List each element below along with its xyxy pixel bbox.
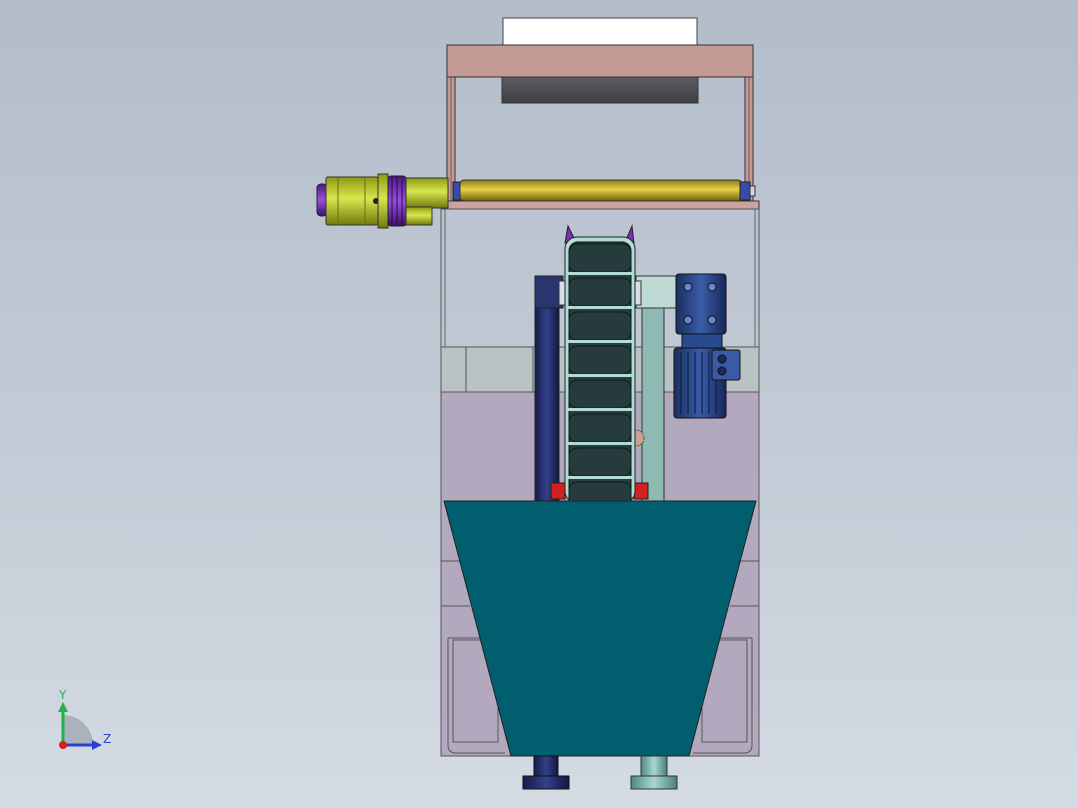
right-side-plate-top: [635, 275, 677, 309]
z-axis-arrow: [92, 740, 102, 750]
right-side-plate: [641, 275, 665, 503]
magnet-block: [501, 76, 699, 104]
gear-motor-top-bolt-2: [707, 282, 717, 292]
legs[interactable]: [522, 755, 678, 790]
left-leg-stem: [533, 755, 559, 777]
terminal-box: [711, 349, 741, 381]
z-axis-label: Z: [103, 732, 112, 746]
chain-link: [568, 413, 632, 443]
top-white-cover: [502, 17, 698, 47]
chain-conveyor[interactable]: [564, 224, 636, 513]
chain-link-separator: [567, 340, 633, 343]
axis-triad[interactable]: [58, 702, 102, 750]
y-axis-arrow: [58, 702, 68, 712]
gear-motor-top-bolt-1: [683, 282, 693, 292]
gearbox: [405, 177, 449, 209]
y-axis-label: Y: [59, 688, 67, 702]
roller-right-cap: [749, 185, 756, 197]
chain-link: [568, 447, 632, 477]
chain-link-separator: [567, 306, 633, 309]
gear-motor-neck: [681, 333, 723, 349]
roller-right-end: [739, 181, 751, 201]
motor-flange: [377, 173, 389, 229]
terminal-gland-1: [717, 354, 727, 364]
roller-shaft: [459, 179, 743, 202]
left-side-plate: [534, 275, 560, 503]
chain-link: [568, 379, 632, 409]
chain-link-separator: [567, 374, 633, 377]
left-leg-foot: [522, 775, 570, 790]
gear-motor-top-bolt-3: [683, 315, 693, 325]
top-separator-assembly[interactable]: [440, 17, 760, 210]
top-frame-bar: [446, 44, 754, 78]
right-leg-stem: [640, 755, 668, 777]
chain-link: [568, 345, 632, 375]
right-bearing: [633, 482, 649, 500]
x-axis-dot: [59, 741, 67, 749]
chain-link: [568, 277, 632, 307]
triad-rotation-arc: [63, 715, 93, 745]
motor-body: [325, 176, 379, 226]
machine-model[interactable]: [0, 0, 1078, 808]
roller-plate: [440, 200, 760, 210]
terminal-gland-2: [717, 366, 727, 376]
right-leg-foot: [630, 775, 678, 790]
cad-viewport[interactable]: Y Z: [0, 0, 1078, 808]
chain-link-separator: [567, 476, 633, 479]
chain-link-separator: [567, 272, 633, 275]
drive-motor-assembly[interactable]: [316, 173, 449, 229]
chain-link: [568, 243, 632, 273]
chain-link-separator: [567, 442, 633, 445]
chain-link-separator: [567, 408, 633, 411]
chain-link: [568, 311, 632, 341]
gear-motor-top-bolt-4: [707, 315, 717, 325]
left-bearing: [550, 482, 566, 500]
gear-motor-top: [675, 273, 727, 335]
gearbox-lower: [405, 206, 433, 226]
